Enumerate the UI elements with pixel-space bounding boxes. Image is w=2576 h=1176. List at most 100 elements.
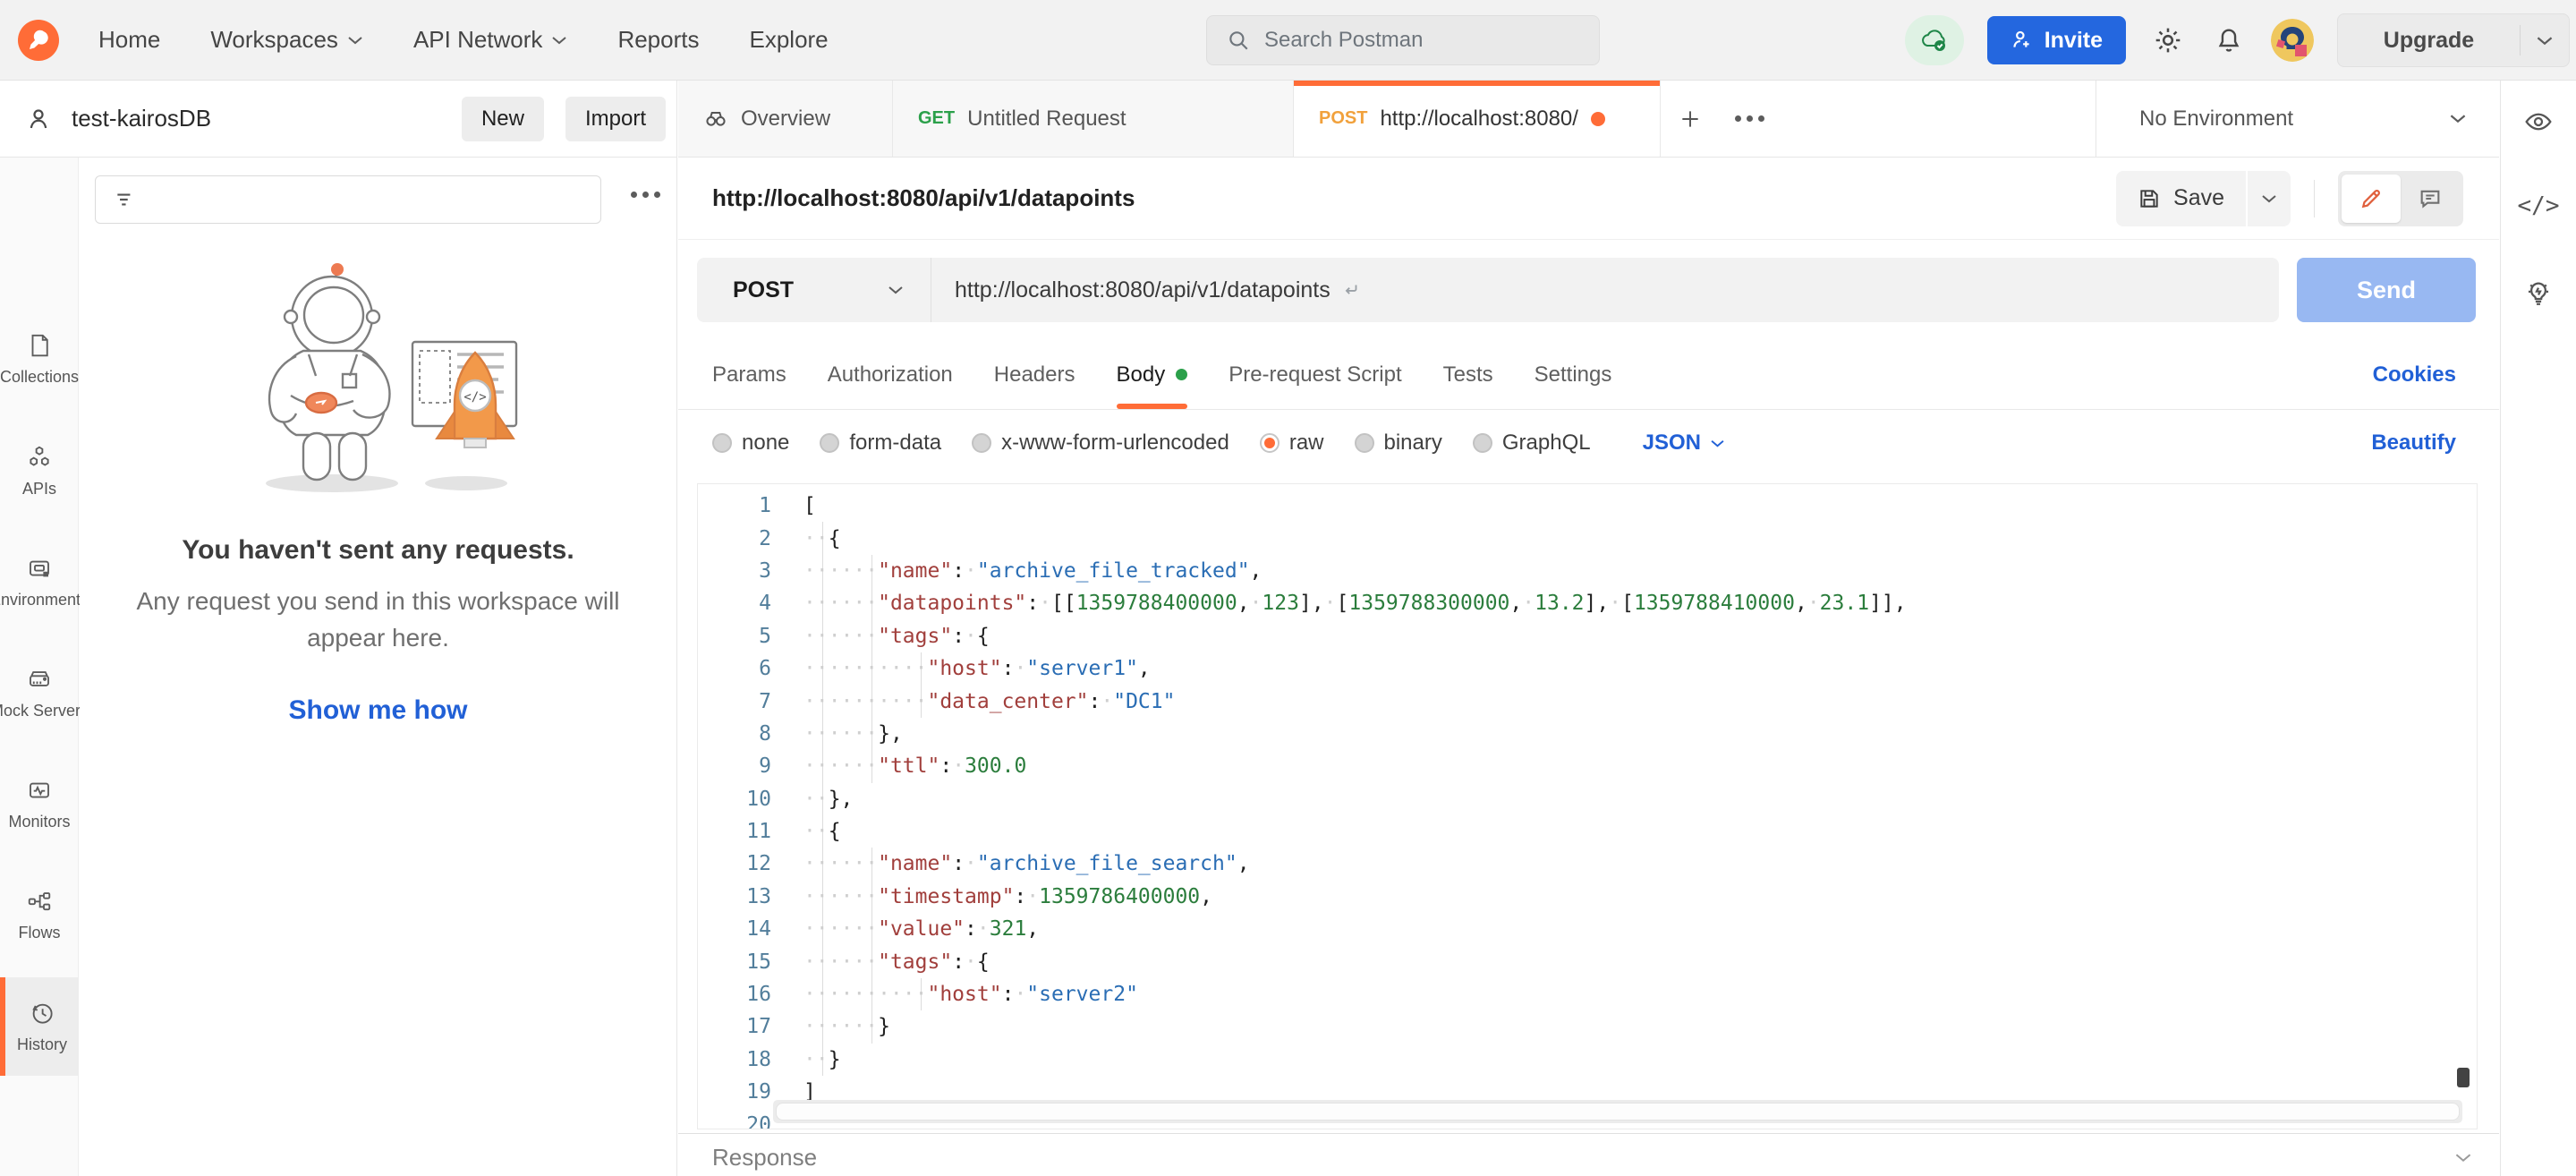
svg-text:</>: </>	[463, 390, 486, 405]
sidebar-item-apis[interactable]: APIs	[0, 422, 79, 520]
code-line-8: 8······},	[698, 718, 2477, 750]
nav-api-network[interactable]: API Network	[413, 26, 568, 54]
body-mode-x-www-form-urlencoded[interactable]: x-www-form-urlencoded	[972, 430, 1229, 456]
chevron-down-icon[interactable]	[2454, 1152, 2472, 1163]
sync-status-button[interactable]	[1905, 15, 1964, 65]
url-input[interactable]: http://localhost:8080/api/v1/datapoints	[931, 277, 2279, 303]
request-tab-params[interactable]: Params	[712, 340, 786, 409]
person-add-icon	[2011, 29, 2034, 52]
send-button[interactable]: Send	[2297, 258, 2476, 322]
body-mode-binary[interactable]: binary	[1355, 430, 1442, 456]
line-number: 12	[698, 852, 771, 875]
code-line-14: 14······"value":·321,	[698, 913, 2477, 945]
workspace-name: test-kairosDB	[72, 105, 440, 132]
code-snippet-button[interactable]: </>	[2513, 181, 2563, 231]
environments-icon	[26, 555, 53, 582]
radio-unselected-icon	[712, 433, 732, 453]
vertical-scrollbar-thumb[interactable]	[2457, 1068, 2470, 1087]
suggestions-button[interactable]	[2513, 268, 2563, 319]
horizontal-scrollbar-thumb[interactable]	[776, 1103, 2460, 1121]
response-label: Response	[712, 1144, 2454, 1172]
sidebar-item-collections[interactable]: Collections	[0, 310, 79, 408]
beautify-link[interactable]: Beautify	[2371, 430, 2456, 456]
horizontal-scrollbar[interactable]	[773, 1100, 2462, 1123]
pencil-icon	[2359, 186, 2384, 211]
tab-untitled-request[interactable]: GET Untitled Request	[893, 81, 1294, 157]
code-line-9: 9······"ttl":·300.0	[698, 750, 2477, 782]
tab-overview[interactable]: Overview	[678, 81, 893, 157]
radio-unselected-icon	[972, 433, 991, 453]
request-tabstrip: Overview GET Untitled Request POST http:…	[678, 81, 2499, 158]
upgrade-menu-button[interactable]	[2521, 35, 2569, 47]
method-dropdown[interactable]: POST	[697, 258, 931, 322]
right-utility-rail: </>	[2500, 81, 2576, 1176]
request-tab-pre-request-script[interactable]: Pre-request Script	[1228, 340, 1401, 409]
code-line-7: 7··········"data_center":·"DC1"	[698, 685, 2477, 717]
body-mode-none[interactable]: none	[712, 430, 789, 456]
request-tab-tests[interactable]: Tests	[1443, 340, 1493, 409]
settings-gear-icon[interactable]	[2149, 21, 2187, 59]
global-search[interactable]	[1206, 15, 1600, 65]
new-tab-button[interactable]	[1661, 81, 1720, 157]
show-me-how-link[interactable]: Show me how	[288, 695, 467, 726]
sidebar-item-history[interactable]: History	[0, 977, 79, 1076]
navbar-right-cluster: Invite Upgrade	[1905, 0, 2570, 81]
new-button[interactable]: New	[462, 97, 544, 141]
body-mode-form-data[interactable]: form-data	[820, 430, 941, 456]
comments-button[interactable]	[2401, 175, 2460, 223]
notifications-bell-icon[interactable]	[2210, 21, 2248, 59]
code-line-2: 2··{	[698, 522, 2477, 554]
nav-explore[interactable]: Explore	[749, 26, 828, 54]
body-code-editor[interactable]: 1[2··{3······"name":·"archive_file_track…	[697, 483, 2478, 1129]
request-tab-headers[interactable]: Headers	[994, 340, 1075, 409]
sidebar-item-monitors[interactable]: Monitors	[0, 754, 79, 853]
body-mode-graphql[interactable]: GraphQL	[1473, 430, 1591, 456]
request-tab-settings[interactable]: Settings	[1535, 340, 1612, 409]
line-number: 2	[698, 527, 771, 550]
tab-options-button[interactable]	[1720, 81, 1779, 157]
response-section-header[interactable]: Response	[678, 1133, 2499, 1176]
search-icon	[1227, 29, 1250, 52]
postman-logo-icon[interactable]	[18, 20, 59, 61]
body-mode-raw[interactable]: raw	[1260, 430, 1324, 456]
line-number: 14	[698, 917, 771, 941]
sidebar-item-environments[interactable]: Environments	[0, 533, 79, 631]
search-input[interactable]	[1262, 27, 1558, 54]
nav-home[interactable]: Home	[98, 26, 160, 54]
import-button[interactable]: Import	[565, 97, 666, 141]
user-avatar[interactable]	[2271, 19, 2314, 62]
cookies-link[interactable]: Cookies	[2373, 362, 2456, 388]
history-filter-input[interactable]	[95, 175, 601, 224]
upgrade-button[interactable]: Upgrade	[2337, 13, 2570, 67]
body-has-content-dot	[1176, 369, 1187, 380]
chevron-down-icon	[888, 285, 904, 295]
line-number: 17	[698, 1015, 771, 1038]
nav-workspaces[interactable]: Workspaces	[210, 26, 363, 54]
language-dropdown[interactable]: JSON	[1643, 430, 1725, 456]
code-line-16: 16··········"host":·"server2"	[698, 978, 2477, 1010]
collections-icon	[26, 332, 53, 359]
history-more-actions-icon[interactable]	[631, 192, 660, 198]
request-tab-authorization[interactable]: Authorization	[828, 340, 953, 409]
tab-post-localhost[interactable]: POST http://localhost:8080/	[1294, 81, 1661, 157]
save-options-button[interactable]	[2248, 171, 2291, 226]
code-lines: 1[2··{3······"name":·"archive_file_track…	[698, 484, 2477, 1129]
method-badge-get: GET	[918, 108, 955, 129]
eye-icon	[2524, 107, 2553, 136]
save-button[interactable]: Save	[2116, 171, 2246, 226]
line-number: 5	[698, 625, 771, 648]
line-number: 7	[698, 690, 771, 713]
sidebar-rail-items: Collections APIs Environments Mock Servers M…	[0, 158, 79, 1176]
edit-mode-button[interactable]	[2342, 175, 2401, 223]
nav-reports[interactable]: Reports	[617, 26, 699, 54]
invite-button[interactable]: Invite	[1987, 16, 2126, 64]
code-line-1: 1[	[698, 490, 2477, 522]
sidebar-item-flows[interactable]: Flows	[0, 865, 79, 964]
body-mode-list: none form-data x-www-form-urlencoded raw bin…	[712, 430, 1591, 456]
request-tab-body[interactable]: Body	[1117, 340, 1188, 409]
environment-selector[interactable]: No Environment	[2096, 81, 2499, 157]
environment-quick-look-button[interactable]	[2513, 97, 2563, 147]
lightbulb-icon	[2523, 278, 2554, 309]
sidebar-item-mock-servers[interactable]: Mock Servers	[0, 643, 79, 742]
cloud-check-icon	[1919, 27, 1950, 54]
